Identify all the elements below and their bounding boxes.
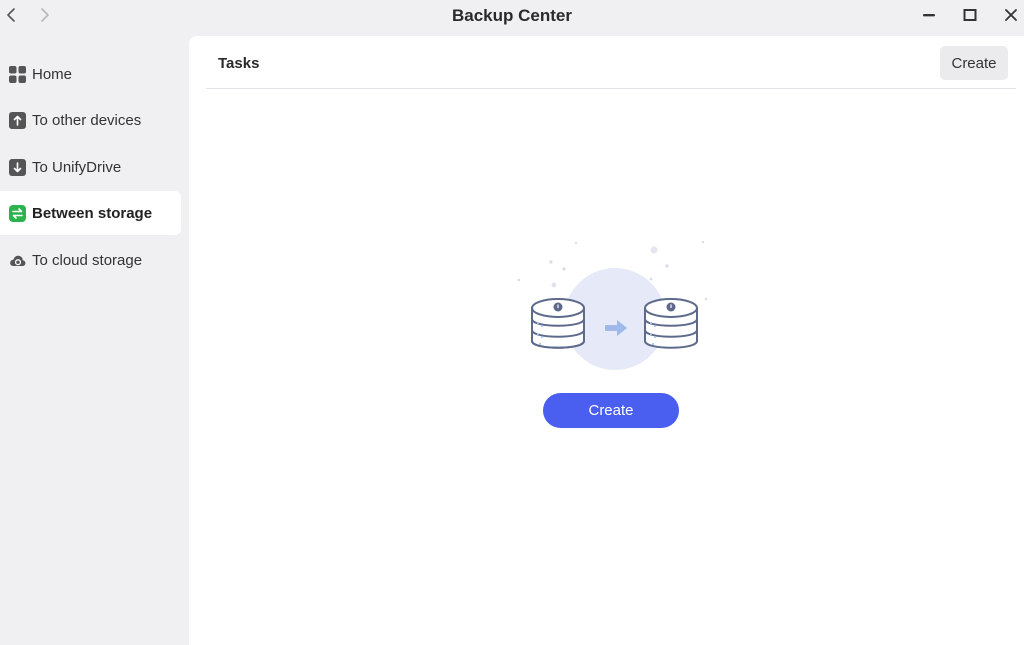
sidebar-item-label: Between storage xyxy=(32,204,153,222)
chevron-right-icon xyxy=(41,8,49,22)
swap-arrows-icon xyxy=(9,204,26,222)
maximize-icon xyxy=(963,9,977,21)
main-content: Tasks Create Create xyxy=(189,36,1024,645)
close-button[interactable] xyxy=(998,3,1024,27)
back-button[interactable] xyxy=(0,4,22,26)
chevron-left-icon xyxy=(7,8,15,22)
database-icon-left xyxy=(531,298,585,349)
minimize-icon xyxy=(923,14,935,17)
title-bar: Backup Center xyxy=(0,0,1024,32)
sidebar-item-to-cloud-storage[interactable]: To cloud storage xyxy=(0,238,181,282)
close-icon xyxy=(1005,9,1017,21)
sidebar-item-to-unifydrive[interactable]: To UnifyDrive xyxy=(0,145,181,189)
sidebar-item-label: To other devices xyxy=(32,111,142,129)
storage-transfer-illustration xyxy=(517,241,708,370)
maximize-button[interactable] xyxy=(957,3,983,27)
database-icon-right xyxy=(644,298,698,349)
download-arrow-icon xyxy=(9,158,26,176)
page-title: Tasks xyxy=(218,55,260,72)
sidebar-item-label: To UnifyDrive xyxy=(32,158,122,176)
sidebar-item-label: To cloud storage xyxy=(32,251,143,269)
sidebar-item-home[interactable]: Home xyxy=(0,52,181,96)
sidebar-item-to-other-devices[interactable]: To other devices xyxy=(0,98,181,142)
sidebar-item-label: Home xyxy=(32,65,73,83)
cloud-icon xyxy=(9,252,26,269)
sidebar: Home To other devices To UnifyDrive Betw… xyxy=(0,36,189,645)
minimize-button[interactable] xyxy=(916,3,942,27)
create-button[interactable]: Create xyxy=(543,393,679,428)
upload-arrow-icon xyxy=(9,111,26,129)
create-task-button[interactable]: Create xyxy=(940,46,1008,80)
sidebar-item-between-storage[interactable]: Between storage xyxy=(0,191,181,235)
content-header: Tasks Create xyxy=(206,36,1016,89)
forward-button[interactable] xyxy=(34,4,56,26)
window-title: Backup Center xyxy=(452,6,572,25)
grid-icon xyxy=(9,65,26,83)
